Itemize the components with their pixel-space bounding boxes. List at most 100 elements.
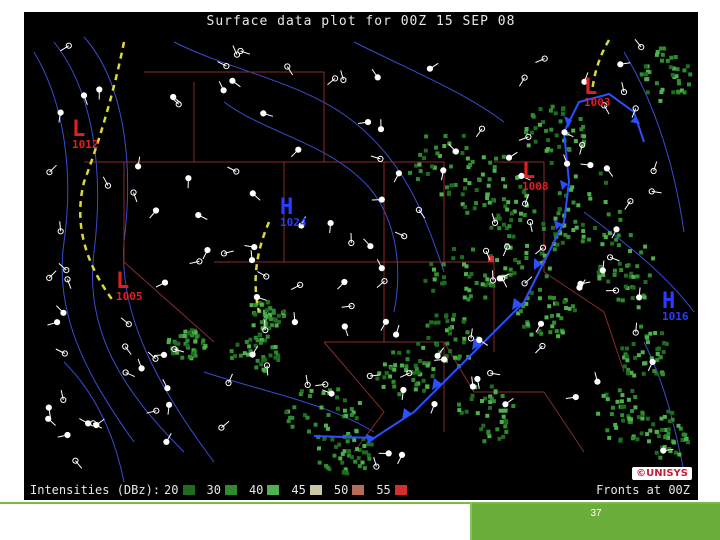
radar-echo-cell	[498, 408, 503, 413]
radar-echo-cell	[174, 341, 179, 346]
station-plot	[620, 82, 628, 96]
radar-echo-cell	[405, 357, 410, 362]
station-plot	[376, 259, 385, 272]
radar-echo-cell	[392, 367, 397, 372]
radar-echo-cell	[525, 243, 530, 248]
radar-echo-cell	[298, 392, 303, 397]
radar-echo-cell	[429, 262, 434, 267]
radar-echo-cell	[511, 404, 516, 408]
radar-echo-cell	[578, 117, 583, 121]
radar-echo-cell	[446, 192, 451, 197]
radar-echo-cell	[643, 361, 648, 366]
radar-echo-cell	[321, 391, 326, 395]
radar-echo-cell	[511, 234, 516, 239]
radar-echo-cell	[676, 90, 681, 95]
radar-echo-cell	[497, 226, 502, 231]
station-plot	[518, 133, 532, 141]
radar-echo-cell	[261, 358, 266, 363]
radar-echo-cell	[633, 405, 638, 410]
radar-echo-cell	[546, 138, 551, 143]
radar-echo-cell	[412, 370, 417, 375]
radar-echo-cell	[684, 436, 689, 441]
radar-echo-cell	[582, 134, 587, 139]
radar-echo-cell	[552, 247, 557, 252]
station-plot	[218, 420, 230, 431]
station-plot	[80, 92, 88, 105]
radar-echo-cell	[364, 450, 369, 455]
radar-echo-cell	[356, 456, 361, 461]
radar-echo-cell	[362, 466, 367, 471]
radar-echo-cell	[658, 98, 663, 103]
radar-echo-cell	[556, 211, 561, 216]
radar-echo-cell	[617, 209, 622, 214]
radar-echo-cell	[501, 414, 506, 419]
radar-echo-cell	[567, 147, 572, 152]
radar-echo-cell	[479, 427, 484, 432]
radar-echo-cell	[335, 406, 340, 411]
high-pressure-marker: H 1024	[280, 195, 307, 229]
station-plot	[370, 155, 384, 162]
radar-echo-cell	[635, 437, 640, 442]
station-plot	[102, 176, 112, 189]
radar-echo-cell	[489, 396, 494, 401]
radar-echo-cell	[354, 429, 359, 434]
radar-echo-cell	[188, 330, 192, 335]
radar-echo-cell	[451, 317, 456, 322]
radar-echo-cell	[612, 268, 617, 273]
radar-echo-cell	[413, 387, 418, 392]
radar-echo-cell	[666, 409, 671, 414]
station-plot	[394, 231, 408, 240]
radar-echo-cell	[352, 438, 357, 443]
radar-echo-cell	[268, 353, 273, 358]
radar-echo-cell	[510, 211, 514, 216]
radar-echo-cell	[645, 340, 650, 345]
station-plot	[426, 62, 439, 72]
radar-echo-cell	[627, 416, 632, 421]
radar-echo-cell	[360, 460, 365, 465]
radar-echo-cell	[259, 302, 264, 307]
radar-echo-cell	[462, 336, 467, 341]
station-plot	[189, 258, 203, 265]
station-plot	[415, 206, 426, 219]
station-plot	[244, 244, 258, 251]
radar-echo-cell	[263, 338, 268, 343]
station-plot	[393, 170, 402, 183]
radar-echo-cell	[180, 355, 185, 360]
radar-echo-cell	[506, 200, 511, 205]
radar-echo-cell	[482, 203, 487, 207]
radar-echo-cell	[624, 354, 629, 359]
radar-echo-cell	[626, 397, 631, 402]
station-plot	[96, 86, 103, 100]
station-plot	[135, 156, 142, 170]
radar-echo-cell	[425, 384, 430, 389]
radar-echo-cell	[229, 349, 234, 354]
station-plot	[227, 166, 240, 175]
radar-echo-cell	[392, 384, 397, 389]
station-plot	[60, 42, 72, 52]
radar-echo-cell	[343, 398, 347, 403]
radar-echo-cell	[610, 241, 615, 246]
radar-echo-cell	[682, 68, 687, 73]
radar-echo-cell	[501, 434, 506, 439]
radar-echo-cell	[432, 277, 437, 282]
radar-echo-cell	[588, 196, 593, 201]
radar-echo-cell	[529, 332, 534, 337]
radar-echo-cell	[541, 226, 546, 231]
station-plot	[341, 302, 355, 310]
radar-echo-cell	[464, 264, 469, 269]
radar-echo-cell	[485, 277, 490, 282]
radar-echo-cell	[274, 323, 279, 328]
radar-echo-cell	[675, 67, 680, 72]
station-plot	[260, 110, 274, 117]
radar-echo-cell	[667, 419, 672, 424]
radar-echo-cell	[441, 262, 446, 267]
radar-echo-cell	[677, 81, 682, 86]
station-plot	[397, 451, 406, 465]
radar-echo-cell	[670, 410, 675, 415]
radar-echo-cell	[362, 444, 367, 448]
radar-echo-cell	[503, 184, 508, 189]
station-plot	[380, 318, 389, 331]
radar-echo-cell	[655, 358, 660, 363]
radar-echo-cell	[480, 282, 485, 287]
station-plot	[521, 276, 533, 287]
